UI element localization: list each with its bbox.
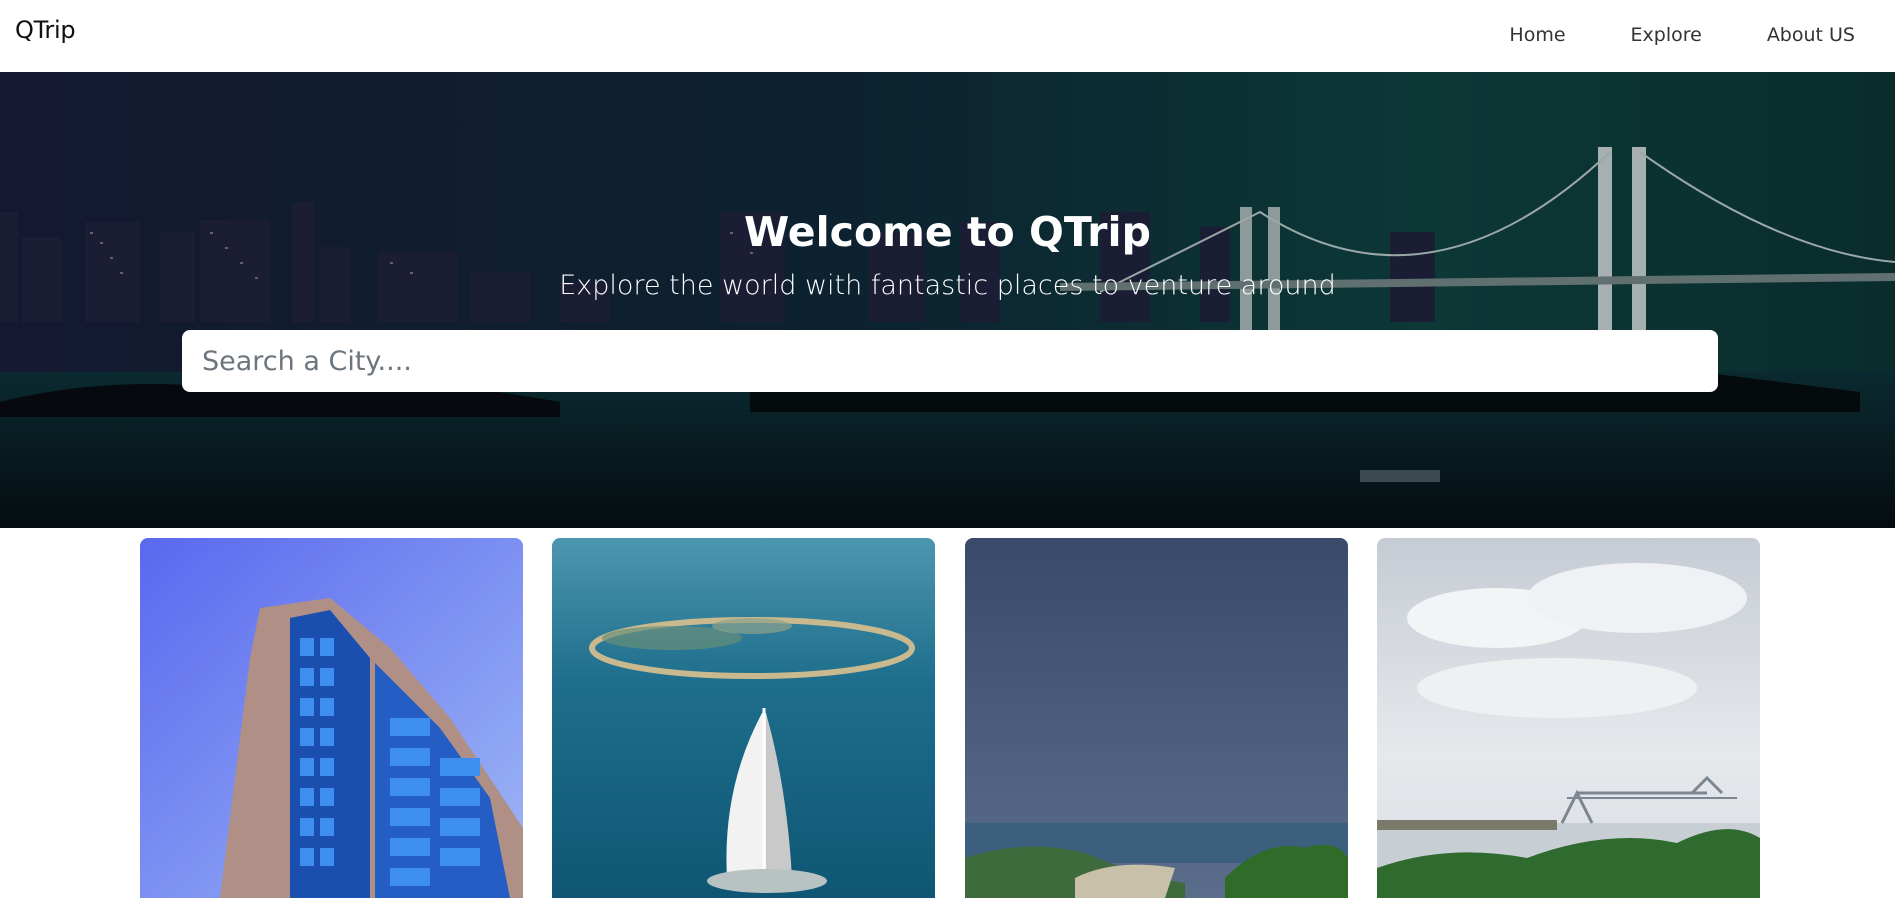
navbar: QTrip Home Explore About US xyxy=(0,0,1895,72)
nav-link-about-us[interactable]: About US xyxy=(1767,24,1855,46)
hero-banner: Welcome to QTrip Explore the world with … xyxy=(0,72,1895,528)
city-tower-image xyxy=(140,538,523,898)
city-card-1[interactable] xyxy=(140,538,523,898)
dubai-burj-al-arab-image xyxy=(552,538,935,898)
nav-link-explore[interactable]: Explore xyxy=(1631,24,1702,46)
nav-links: Home Explore About US xyxy=(1444,24,1855,46)
city-card-2[interactable] xyxy=(552,538,935,898)
brand-logo[interactable]: QTrip xyxy=(15,16,76,44)
hero-subtitle: Explore the world with fantastic places … xyxy=(559,270,1336,301)
hero-title: Welcome to QTrip xyxy=(744,208,1151,256)
river-bridge-image xyxy=(1377,538,1760,898)
city-cards xyxy=(140,538,1760,898)
city-card-3[interactable] xyxy=(965,538,1348,898)
coastline-image xyxy=(965,538,1348,898)
nav-link-home[interactable]: Home xyxy=(1509,24,1565,46)
city-card-4[interactable] xyxy=(1377,538,1760,898)
city-search-input[interactable] xyxy=(182,330,1718,392)
